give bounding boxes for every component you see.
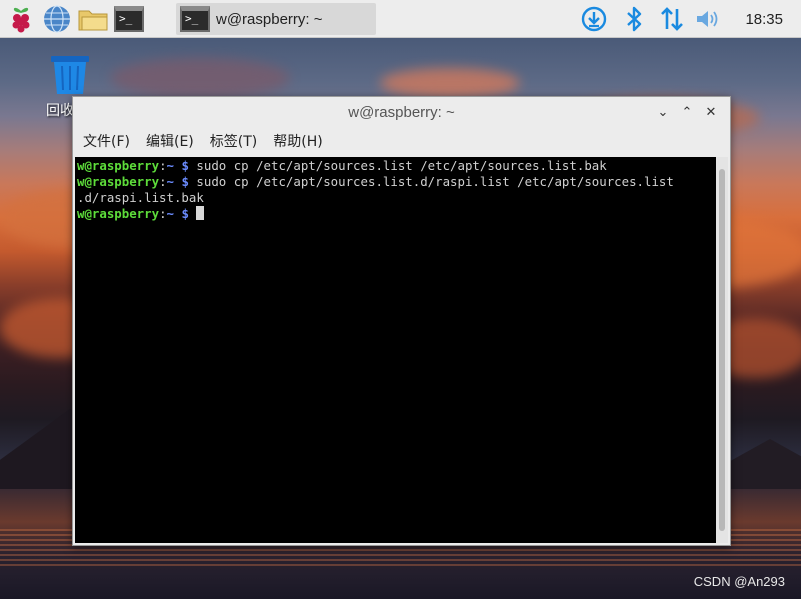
web-browser-icon[interactable] xyxy=(42,4,72,34)
terminal-window: w@raspberry: ~ ⌄ ⌃ ✕ 文件(F) 编辑(E) 标签(T) 帮… xyxy=(72,96,731,546)
trash-icon[interactable] xyxy=(48,52,92,96)
update-download-icon[interactable] xyxy=(579,4,609,34)
menu-tabs[interactable]: 标签(T) xyxy=(210,131,257,151)
prompt-path: ~ xyxy=(166,174,174,189)
scrollbar-thumb[interactable] xyxy=(719,169,725,531)
taskbar-task-terminal[interactable]: >_ w@raspberry: ~ xyxy=(176,3,376,35)
maximize-button[interactable]: ⌃ xyxy=(676,103,698,121)
trash-label: 回收 xyxy=(46,103,74,119)
terminal-scrollbar[interactable] xyxy=(716,157,728,543)
menu-file[interactable]: 文件(F) xyxy=(83,131,130,151)
terminal-line-continuation: .d/raspi.list.bak xyxy=(77,190,204,205)
taskbar-clock[interactable]: 18:35 xyxy=(745,11,783,28)
terminal-line: w@raspberry:~ $ sudo cp /etc/apt/sources… xyxy=(77,158,607,173)
system-tray: 18:35 xyxy=(573,0,801,38)
taskbar-task-label: w@raspberry: ~ xyxy=(216,10,323,28)
terminal-icon[interactable]: >_ xyxy=(114,4,144,34)
taskbar: >_ >_ w@raspberry: ~ 18:35 xyxy=(0,0,801,38)
raspberry-menu-icon[interactable] xyxy=(6,4,36,34)
window-menubar: 文件(F) 编辑(E) 标签(T) 帮助(H) xyxy=(73,127,730,155)
close-button[interactable]: ✕ xyxy=(700,103,722,121)
prompt-path: ~ xyxy=(166,206,174,221)
volume-icon[interactable] xyxy=(693,4,723,34)
terminal-command: sudo cp /etc/apt/sources.list /etc/apt/s… xyxy=(196,158,607,173)
prompt-user: w@raspberry xyxy=(77,174,160,189)
terminal-line: w@raspberry:~ $ sudo cp /etc/apt/sources… xyxy=(77,174,674,189)
window-title: w@raspberry: ~ xyxy=(348,103,455,121)
prompt-user: w@raspberry xyxy=(77,206,160,221)
maximize-icon: ⌃ xyxy=(681,104,693,120)
prompt-user: w@raspberry xyxy=(77,158,160,173)
minimize-button[interactable]: ⌄ xyxy=(652,103,674,121)
terminal-line: w@raspberry:~ $ xyxy=(77,206,714,222)
watermark: CSDN @An293 xyxy=(693,574,785,589)
minimize-icon: ⌄ xyxy=(657,104,669,120)
menu-help[interactable]: 帮助(H) xyxy=(273,131,322,151)
window-controls: ⌄ ⌃ ✕ xyxy=(650,103,722,121)
terminal-cursor xyxy=(196,206,205,220)
prompt-path: ~ xyxy=(166,158,174,173)
bluetooth-icon[interactable] xyxy=(619,4,649,34)
menu-edit[interactable]: 编辑(E) xyxy=(146,131,194,151)
terminal-command: sudo cp /etc/apt/sources.list.d/raspi.li… xyxy=(196,174,674,189)
close-icon: ✕ xyxy=(705,104,717,120)
terminal-icon: >_ xyxy=(180,4,210,34)
file-manager-icon[interactable] xyxy=(78,4,108,34)
network-transfer-icon[interactable] xyxy=(657,4,687,34)
wallpaper-cloud xyxy=(110,58,290,98)
window-titlebar[interactable]: w@raspberry: ~ ⌄ ⌃ ✕ xyxy=(73,97,730,127)
terminal-output[interactable]: w@raspberry:~ $ sudo cp /etc/apt/sources… xyxy=(75,157,716,543)
wallpaper-cloud xyxy=(380,68,520,98)
